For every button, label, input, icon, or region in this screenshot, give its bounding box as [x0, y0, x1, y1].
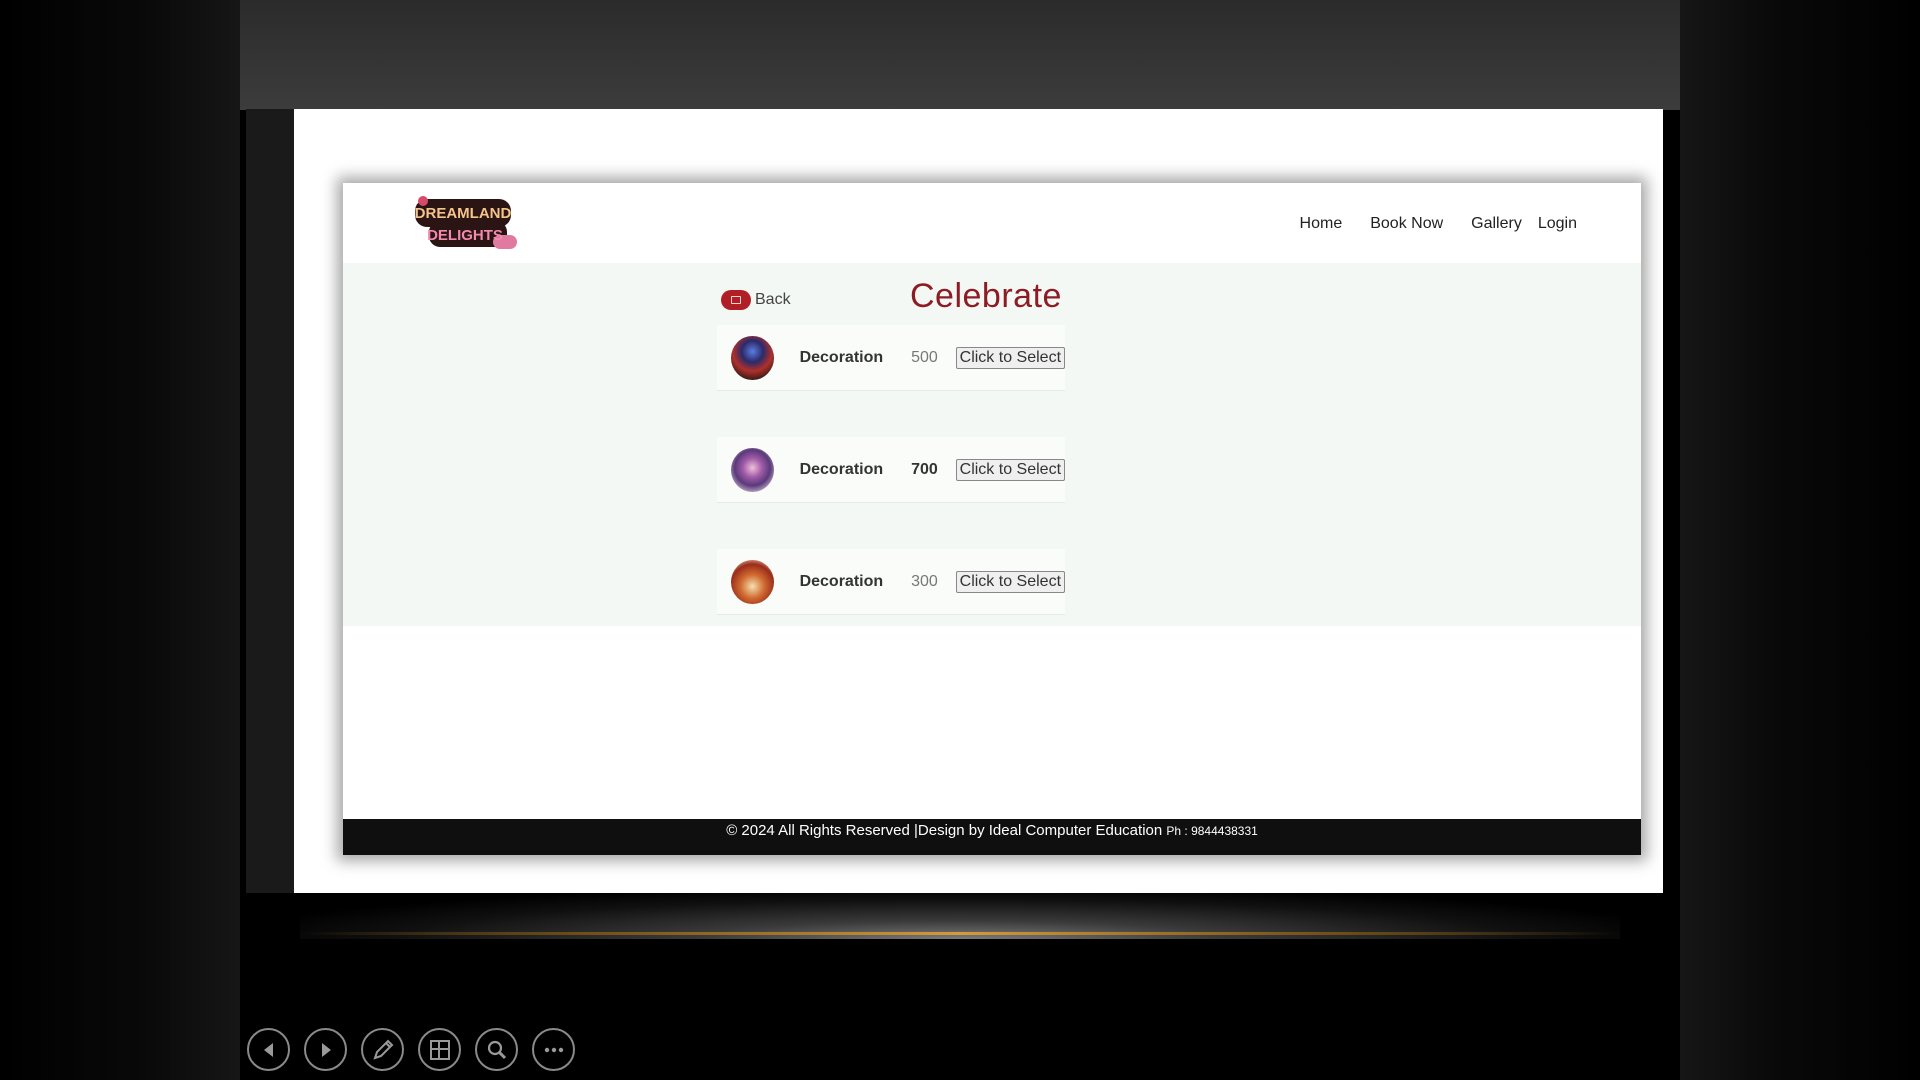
back-label: Back — [755, 291, 791, 308]
back-icon — [721, 290, 751, 310]
slideshow-controls — [247, 1028, 589, 1071]
list-item: Decoration 700 Click to Select — [717, 437, 1066, 503]
slide-left-band — [246, 109, 294, 893]
item-name: Decoration — [799, 572, 884, 590]
nav-login[interactable]: Login — [1538, 215, 1577, 233]
decoration-image — [731, 559, 774, 604]
background-right — [1680, 0, 1920, 1080]
site-footer: © 2024 All Rights Reserved |Design by Id… — [343, 819, 1641, 855]
more-button[interactable] — [532, 1028, 575, 1071]
svg-text:DREAMLAND: DREAMLAND — [415, 205, 512, 222]
zoom-button[interactable] — [475, 1028, 518, 1071]
decoration-image — [731, 335, 774, 380]
decoration-image — [731, 447, 774, 492]
nav-gallery[interactable]: Gallery — [1471, 215, 1522, 233]
slides-icon — [429, 1039, 450, 1060]
select-button[interactable]: Click to Select — [955, 346, 1066, 369]
footer-copyright: © 2024 All Rights Reserved |Design by Id… — [726, 822, 1163, 839]
previous-button[interactable] — [247, 1028, 290, 1071]
previous-icon — [263, 1042, 273, 1057]
nav-book-now[interactable]: Book Now — [1370, 215, 1443, 233]
content-area: Back Celebrate Decoration 500 Click to S… — [343, 263, 1641, 626]
item-price: 300 — [911, 572, 938, 590]
pen-button[interactable] — [361, 1028, 404, 1071]
slide-top-band — [240, 0, 1680, 110]
slide-gold-line — [300, 932, 1620, 935]
footer-phone: Ph : 9844438331 — [1166, 824, 1258, 838]
website-screenshot: DREAMLAND DELIGHTS Home Book Now Gallery… — [343, 183, 1641, 855]
dreamland-delights-logo[interactable]: DREAMLAND DELIGHTS — [413, 191, 521, 257]
item-price: 500 — [911, 348, 938, 366]
back-button[interactable]: Back — [721, 290, 791, 310]
list-item: Decoration 300 Click to Select — [717, 549, 1066, 615]
background-left — [0, 0, 240, 1080]
pen-icon — [372, 1039, 393, 1060]
page-title: Celebrate — [910, 277, 1062, 315]
slideshow-stage: DREAMLAND DELIGHTS Home Book Now Gallery… — [0, 0, 1920, 1080]
more-icon — [544, 1047, 563, 1052]
next-button[interactable] — [304, 1028, 347, 1071]
site-navbar: DREAMLAND DELIGHTS Home Book Now Gallery… — [343, 183, 1641, 263]
main-nav: Home Book Now Gallery Login — [1272, 215, 1577, 233]
select-button[interactable]: Click to Select — [955, 570, 1066, 593]
item-name: Decoration — [799, 460, 884, 478]
item-name: Decoration — [799, 348, 884, 366]
zoom-icon — [487, 1040, 506, 1059]
list-item: Decoration 500 Click to Select — [717, 325, 1066, 391]
slides-button[interactable] — [418, 1028, 461, 1071]
next-icon — [321, 1042, 331, 1057]
nav-home[interactable]: Home — [1300, 215, 1343, 233]
item-price: 700 — [911, 460, 938, 478]
svg-text:DELIGHTS: DELIGHTS — [427, 227, 503, 244]
select-button[interactable]: Click to Select — [955, 458, 1066, 481]
